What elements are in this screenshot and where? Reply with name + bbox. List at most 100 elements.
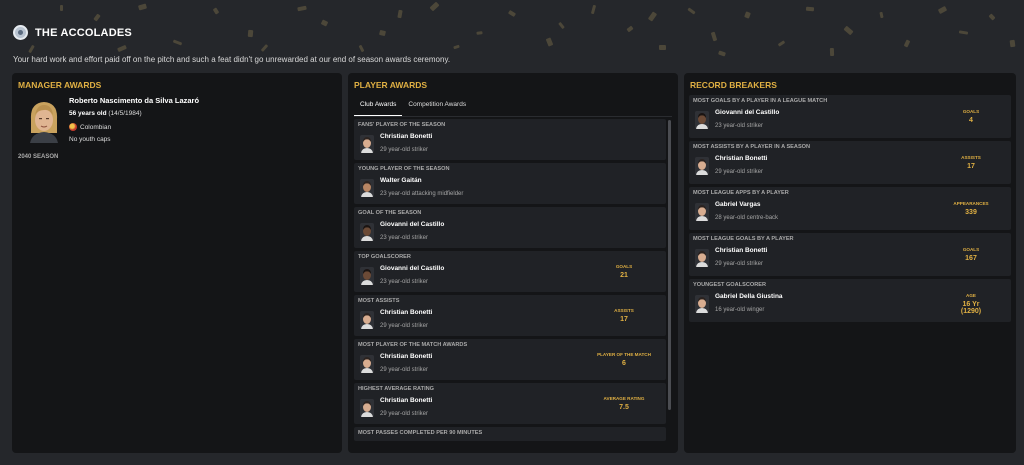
club-crest-icon (13, 25, 28, 40)
tab-club-awards[interactable]: Club Awards (354, 98, 403, 117)
player-face-icon[interactable] (360, 355, 374, 373)
stat-value: 16 Yr (962, 300, 980, 308)
stat-value: 6 (622, 359, 626, 367)
player-face-icon[interactable] (695, 111, 709, 129)
player-name[interactable]: Gabriel Vargas (715, 201, 761, 208)
manager-age: 56 years old (14/5/1984) (69, 110, 142, 117)
confetti-piece (507, 9, 517, 18)
player-description: 29 year-old striker (380, 147, 429, 153)
award-heading: FANS' PLAYER OF THE SEASON (358, 122, 446, 128)
player-face-icon[interactable] (695, 203, 709, 221)
record-breakers-title: RECORD BREAKERS (690, 80, 777, 90)
manager-photo[interactable] (28, 99, 60, 143)
tab-competition-awards[interactable]: Competition Awards (402, 98, 472, 117)
award-tabs: Club Awards Competition Awards (354, 98, 472, 117)
award-stat: GOALS 21 (594, 264, 654, 279)
confetti-piece (958, 30, 969, 35)
award-card[interactable]: YOUNG PLAYER OF THE SEASON Walter Gaitán 2… (354, 163, 666, 204)
stat-label: GOALS (962, 109, 980, 114)
award-card[interactable]: FANS' PLAYER OF THE SEASON Christian Bone… (354, 119, 666, 160)
confetti-piece (937, 5, 948, 15)
player-face-icon[interactable] (360, 267, 374, 285)
award-body: Christian Bonetti 29 year-old striker ASSI… (689, 152, 1011, 184)
stat-value: 17 (620, 315, 628, 323)
stat-value-secondary: (1290) (960, 307, 982, 315)
confetti-piece (93, 13, 101, 22)
award-body: Giovanni del Castillo 23 year-old striker… (689, 106, 1011, 138)
player-face-icon[interactable] (360, 311, 374, 329)
player-face-icon[interactable] (360, 135, 374, 153)
confetti-piece (297, 5, 307, 12)
award-card[interactable]: GOAL OF THE SEASON Giovanni del Castillo 2… (354, 207, 666, 248)
award-card[interactable]: MOST GOALS BY A PLAYER IN A LEAGUE MATCH… (689, 95, 1011, 138)
confetti-piece (777, 40, 786, 47)
player-description: 29 year-old striker (715, 261, 764, 267)
manager-name[interactable]: Roberto Nascimento da Silva Lazaró (69, 96, 199, 105)
player-description: 29 year-old striker (380, 411, 429, 417)
confetti-piece (60, 5, 63, 11)
confetti-piece (1009, 39, 1016, 48)
confetti-piece (320, 19, 329, 27)
award-list[interactable]: FANS' PLAYER OF THE SEASON Christian Bone… (354, 119, 666, 447)
confetti-piece (476, 31, 483, 35)
award-card[interactable]: MOST ASSISTS Christian Bonetti 29 year-old… (354, 295, 666, 336)
stat-label: GOALS (615, 264, 633, 269)
award-body: Giovanni del Castillo 23 year-old striker… (354, 262, 666, 292)
award-card[interactable]: YOUNGEST GOALSCORER Gabriel Della Giustin… (689, 279, 1011, 322)
award-heading: MOST PASSES COMPLETED PER 90 MINUTES (358, 430, 483, 436)
player-name[interactable]: Giovanni del Castillo (380, 221, 444, 228)
confetti-piece (247, 29, 254, 38)
confetti-piece (843, 25, 854, 36)
player-face-icon[interactable] (360, 223, 374, 241)
player-name[interactable]: Giovanni del Castillo (715, 109, 779, 116)
stat-label: PLAYER OF THE MATCH (597, 352, 651, 357)
player-awards-title: PLAYER AWARDS (354, 80, 428, 90)
player-name[interactable]: Giovanni del Castillo (380, 265, 444, 272)
player-description: 29 year-old striker (380, 323, 429, 329)
confetti-piece (212, 7, 220, 15)
player-face-icon[interactable] (360, 399, 374, 417)
award-card[interactable]: MOST PLAYER OF THE MATCH AWARDS Christian… (354, 339, 666, 380)
award-stat: PLAYER OF THE MATCH 6 (594, 352, 654, 367)
player-description: 28 year-old centre-back (715, 215, 779, 221)
player-awards-panel: PLAYER AWARDS Club Awards Competition Aw… (348, 73, 678, 453)
confetti-piece (137, 3, 148, 11)
award-stat: GOALS 167 (941, 247, 1001, 262)
player-name[interactable]: Christian Bonetti (380, 309, 432, 316)
stat-value: 7.5 (619, 403, 629, 411)
confetti-piece (378, 29, 387, 37)
player-face-icon[interactable] (360, 179, 374, 197)
player-name[interactable]: Gabriel Della Giustina (715, 293, 783, 300)
player-face-icon[interactable] (695, 295, 709, 313)
confetti-piece (687, 7, 696, 15)
award-card[interactable]: MOST LEAGUE GOALS BY A PLAYER Christian B… (689, 233, 1011, 276)
confetti-piece (545, 37, 554, 47)
award-card[interactable]: HIGHEST AVERAGE RATING Christian Bonetti 2… (354, 383, 666, 424)
award-body: Christian Bonetti 29 year-old striker AVER… (354, 394, 666, 424)
confetti-piece (658, 44, 667, 51)
award-heading: MOST LEAGUE APPS BY A PLAYER (693, 190, 789, 196)
manager-awards-title: MANAGER AWARDS (18, 80, 102, 90)
confetti-piece (358, 44, 365, 53)
award-card[interactable]: TOP GOALSCORER Giovanni del Castillo 23 ye… (354, 251, 666, 292)
award-list-scrollbar[interactable] (668, 120, 671, 410)
award-card[interactable]: MOST LEAGUE APPS BY A PLAYER Gabriel Varg… (689, 187, 1011, 230)
player-name[interactable]: Walter Gaitán (380, 177, 422, 184)
season-label: 2040 SEASON (18, 154, 59, 160)
manager-caps: No youth caps (69, 136, 111, 143)
player-face-icon[interactable] (695, 249, 709, 267)
player-name[interactable]: Christian Bonetti (715, 247, 767, 254)
manager-nationality: Colombian (69, 123, 111, 131)
player-name[interactable]: Christian Bonetti (380, 397, 432, 404)
award-heading: TOP GOALSCORER (358, 254, 411, 260)
player-name[interactable]: Christian Bonetti (380, 353, 432, 360)
player-description: 23 year-old attacking midfielder (380, 191, 464, 197)
award-card[interactable]: MOST ASSISTS BY A PLAYER IN A SEASON Chri… (689, 141, 1011, 184)
player-face-icon[interactable] (695, 157, 709, 175)
stat-value: 4 (969, 116, 973, 124)
award-card[interactable]: MOST PASSES COMPLETED PER 90 MINUTES (354, 427, 666, 441)
award-heading: HIGHEST AVERAGE RATING (358, 386, 435, 392)
player-name[interactable]: Christian Bonetti (715, 155, 767, 162)
confetti-piece (453, 44, 460, 50)
player-name[interactable]: Christian Bonetti (380, 133, 432, 140)
